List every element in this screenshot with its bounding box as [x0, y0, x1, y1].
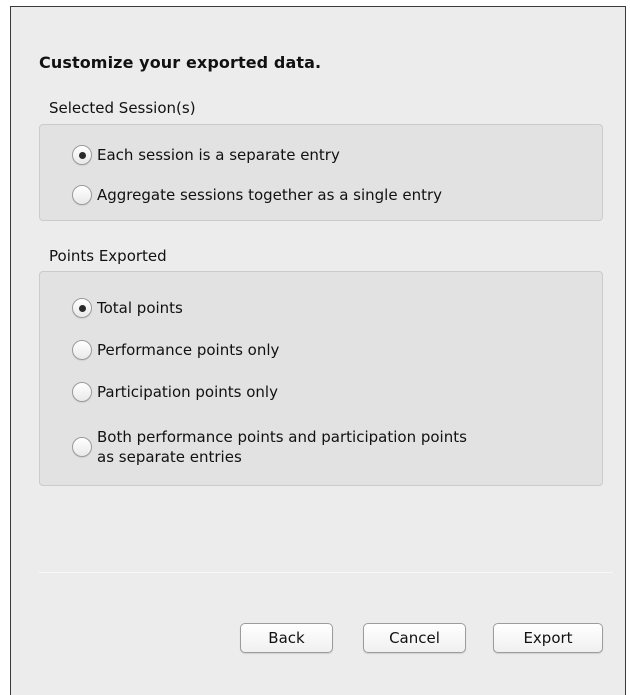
radio-button-checked[interactable] [72, 145, 92, 165]
radio-option-aggregate[interactable]: Aggregate sessions together as a single … [72, 185, 442, 205]
radio-button[interactable] [72, 437, 92, 457]
radio-button[interactable] [72, 382, 92, 402]
radio-label-line-2: as separate entries [97, 448, 242, 466]
radio-option-total-points[interactable]: Total points [72, 298, 183, 318]
sessions-group-box: Each session is a separate entry Aggrega… [39, 124, 603, 221]
radio-label: Aggregate sessions together as a single … [97, 186, 442, 204]
export-dialog: Customize your exported data. Selected S… [10, 6, 626, 695]
sessions-group-label: Selected Session(s) [49, 99, 196, 117]
radio-label: Participation points only [97, 383, 278, 401]
radio-option-performance-only[interactable]: Performance points only [72, 340, 279, 360]
radio-label-line-1: Both performance points and participatio… [97, 428, 467, 446]
radio-option-participation-only[interactable]: Participation points only [72, 382, 278, 402]
radio-button[interactable] [72, 340, 92, 360]
radio-button-checked[interactable] [72, 298, 92, 318]
back-button[interactable]: Back [240, 623, 333, 653]
radio-label: Total points [97, 299, 183, 317]
export-button[interactable]: Export [493, 623, 603, 653]
points-group-box: Total points Performance points only Par… [39, 271, 603, 486]
radio-label: Both performance points and participatio… [97, 427, 467, 467]
radio-label: Each session is a separate entry [97, 146, 340, 164]
points-group-label: Points Exported [49, 247, 167, 265]
radio-option-separate-entry[interactable]: Each session is a separate entry [72, 145, 340, 165]
radio-button[interactable] [72, 185, 92, 205]
dialog-heading: Customize your exported data. [39, 53, 322, 72]
footer-separator [39, 572, 613, 573]
cancel-button[interactable]: Cancel [363, 623, 466, 653]
radio-option-both-separate[interactable]: Both performance points and participatio… [72, 427, 467, 467]
radio-label: Performance points only [97, 341, 280, 359]
